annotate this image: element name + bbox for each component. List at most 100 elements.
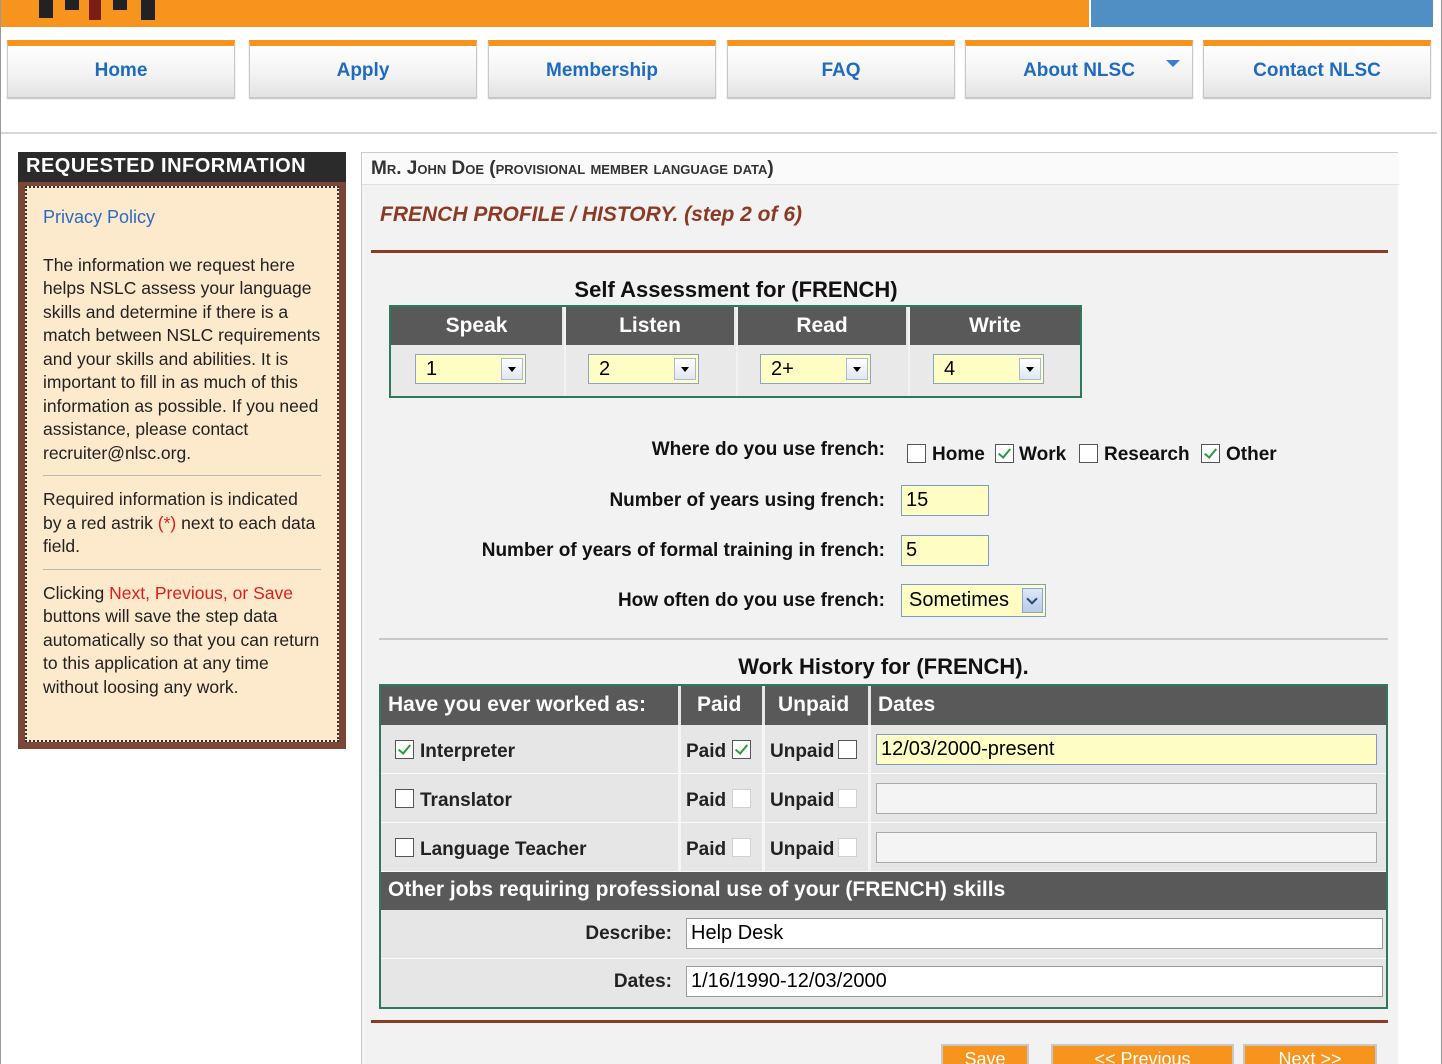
paid-label: Paid [686,741,727,762]
previous-button[interactable]: << Previous [1051,1044,1234,1064]
dropdown-arrow-icon[interactable] [846,358,868,380]
column-header: Read [738,307,906,345]
chevron-down-icon[interactable] [1166,60,1180,67]
speak-column: Speak 1 [391,307,562,396]
select-value: 4 [944,358,956,380]
required-asterisk: (*) [157,512,177,533]
panel-title: REQUESTED INFORMATION [18,152,346,182]
other-dates-input[interactable]: 1/16/1990-12/03/2000 [686,966,1383,997]
divider [43,568,321,570]
interpreter-checkbox[interactable] [395,740,414,759]
interpreter-dates-input[interactable]: 12/03/2000-present [876,734,1377,765]
next-button[interactable]: Next >> [1243,1044,1377,1064]
write-column: Write 4 [908,307,1080,396]
nav-tab-label: Apply [336,60,390,81]
paid-label: Paid [686,839,727,860]
note-text: Clicking [43,582,110,603]
where-other-checkbox[interactable] [1201,444,1220,463]
where-research-checkbox[interactable] [1079,444,1098,463]
write-select[interactable]: 4 [933,354,1044,384]
nav-tab-label: Contact NLSC [1253,60,1381,81]
nav-divider [1,132,1437,134]
table-row: Translator Paid Unpaid [381,775,1386,823]
main-form: Mr. John Doe (provisional member languag… [361,152,1399,1064]
column-header: Write [910,307,1080,345]
role-label: Language Teacher [420,839,587,860]
divider [43,475,321,476]
other-jobs-header: Other jobs requiring professional use of… [381,872,1386,910]
read-column: Read 2+ [736,307,906,396]
column-header: Paid [681,686,762,725]
nav-tab-label: Home [94,60,148,81]
unpaid-label: Unpaid [770,790,835,811]
logo-mark [141,0,155,20]
nav-tab-membership[interactable]: Membership [488,40,716,98]
dropdown-arrow-icon[interactable] [674,358,696,380]
top-banner [1,0,1089,27]
dropdown-arrow-icon[interactable] [1019,358,1041,380]
nav-tab-faq[interactable]: FAQ [727,40,955,98]
work-history-table: Have you ever worked as: Paid Unpaid Dat… [379,684,1388,1009]
checkbox-label: Work [1019,444,1067,465]
role-label: Translator [420,790,512,811]
listen-select[interactable]: 2 [588,354,699,384]
requested-info-panel: REQUESTED INFORMATION Privacy Policy The… [18,152,346,749]
nav-tab-about[interactable]: About NLSC [965,40,1193,98]
logo-mark [39,0,53,18]
where-work-checkbox[interactable] [995,444,1014,463]
read-select[interactable]: 2+ [760,354,871,384]
unpaid-label: Unpaid [770,741,835,762]
divider [379,638,1388,640]
dropdown-arrow-icon[interactable] [501,358,523,380]
select-value: 2 [599,358,611,380]
table-row: Interpreter Paid Unpaid 12/03/2000-prese… [381,726,1386,774]
language-teacher-checkbox[interactable] [395,838,414,857]
where-home-checkbox[interactable] [907,444,926,463]
unpaid-label: Unpaid [770,839,835,860]
page: Home Apply Membership FAQ About NLSC Con… [0,0,1442,1064]
divider [371,250,1388,253]
nav-tab-contact[interactable]: Contact NLSC [1203,40,1431,98]
step-title: FRENCH PROFILE / HISTORY. (step 2 of 6) [380,203,803,226]
column-header: Unpaid [765,686,868,725]
other-dates-row: Dates: 1/16/1990-12/03/2000 [381,959,1386,1007]
translator-paid-checkbox[interactable] [732,789,751,808]
required-info-note: Required information is indicated by a r… [43,488,321,559]
language-teacher-paid-checkbox[interactable] [732,838,751,857]
describe-input[interactable]: Help Desk [686,918,1383,949]
checkbox-label: Research [1104,444,1190,465]
logo-mark [89,0,101,20]
select-value: 2+ [771,358,794,380]
nav-tab-apply[interactable]: Apply [249,40,477,98]
button-names-highlight: Next, Previous, or Save [109,582,293,603]
autosave-note: Clicking Next, Previous, or Save buttons… [43,582,321,700]
nav-tab-home[interactable]: Home [7,40,235,98]
select-value: 1 [426,358,438,380]
column-header: Dates [871,686,1386,725]
privacy-policy-link[interactable]: Privacy Policy [43,206,321,230]
interpreter-unpaid-checkbox[interactable] [838,740,857,759]
interpreter-paid-checkbox[interactable] [732,740,751,759]
speak-select[interactable]: 1 [415,354,526,384]
how-often-label: How often do you use french: [617,590,885,611]
translator-checkbox[interactable] [395,789,414,808]
main-nav: Home Apply Membership FAQ About NLSC Con… [7,40,1431,100]
checkbox-label: Other [1226,444,1277,465]
how-often-select[interactable]: Sometimes [901,584,1046,617]
save-button[interactable]: Save [941,1044,1029,1064]
years-training-input[interactable]: 5 [901,535,989,566]
language-teacher-dates-input[interactable] [876,832,1377,863]
language-teacher-unpaid-checkbox[interactable] [838,838,857,857]
years-using-input[interactable]: 15 [901,485,989,516]
work-history-title: Work History for (FRENCH). [738,654,1029,679]
divider [371,1020,1388,1023]
note-text: buttons will save the step data automati… [43,606,320,697]
dates-label: Dates: [613,971,672,992]
logo-mark [65,0,79,10]
table-row: Language Teacher Paid Unpaid [381,824,1386,872]
chevron-down-icon[interactable] [1022,588,1043,613]
checkbox-label: Home [932,444,985,465]
years-training-label: Number of years of formal training in fr… [481,540,885,561]
translator-unpaid-checkbox[interactable] [838,789,857,808]
translator-dates-input[interactable] [876,783,1377,814]
